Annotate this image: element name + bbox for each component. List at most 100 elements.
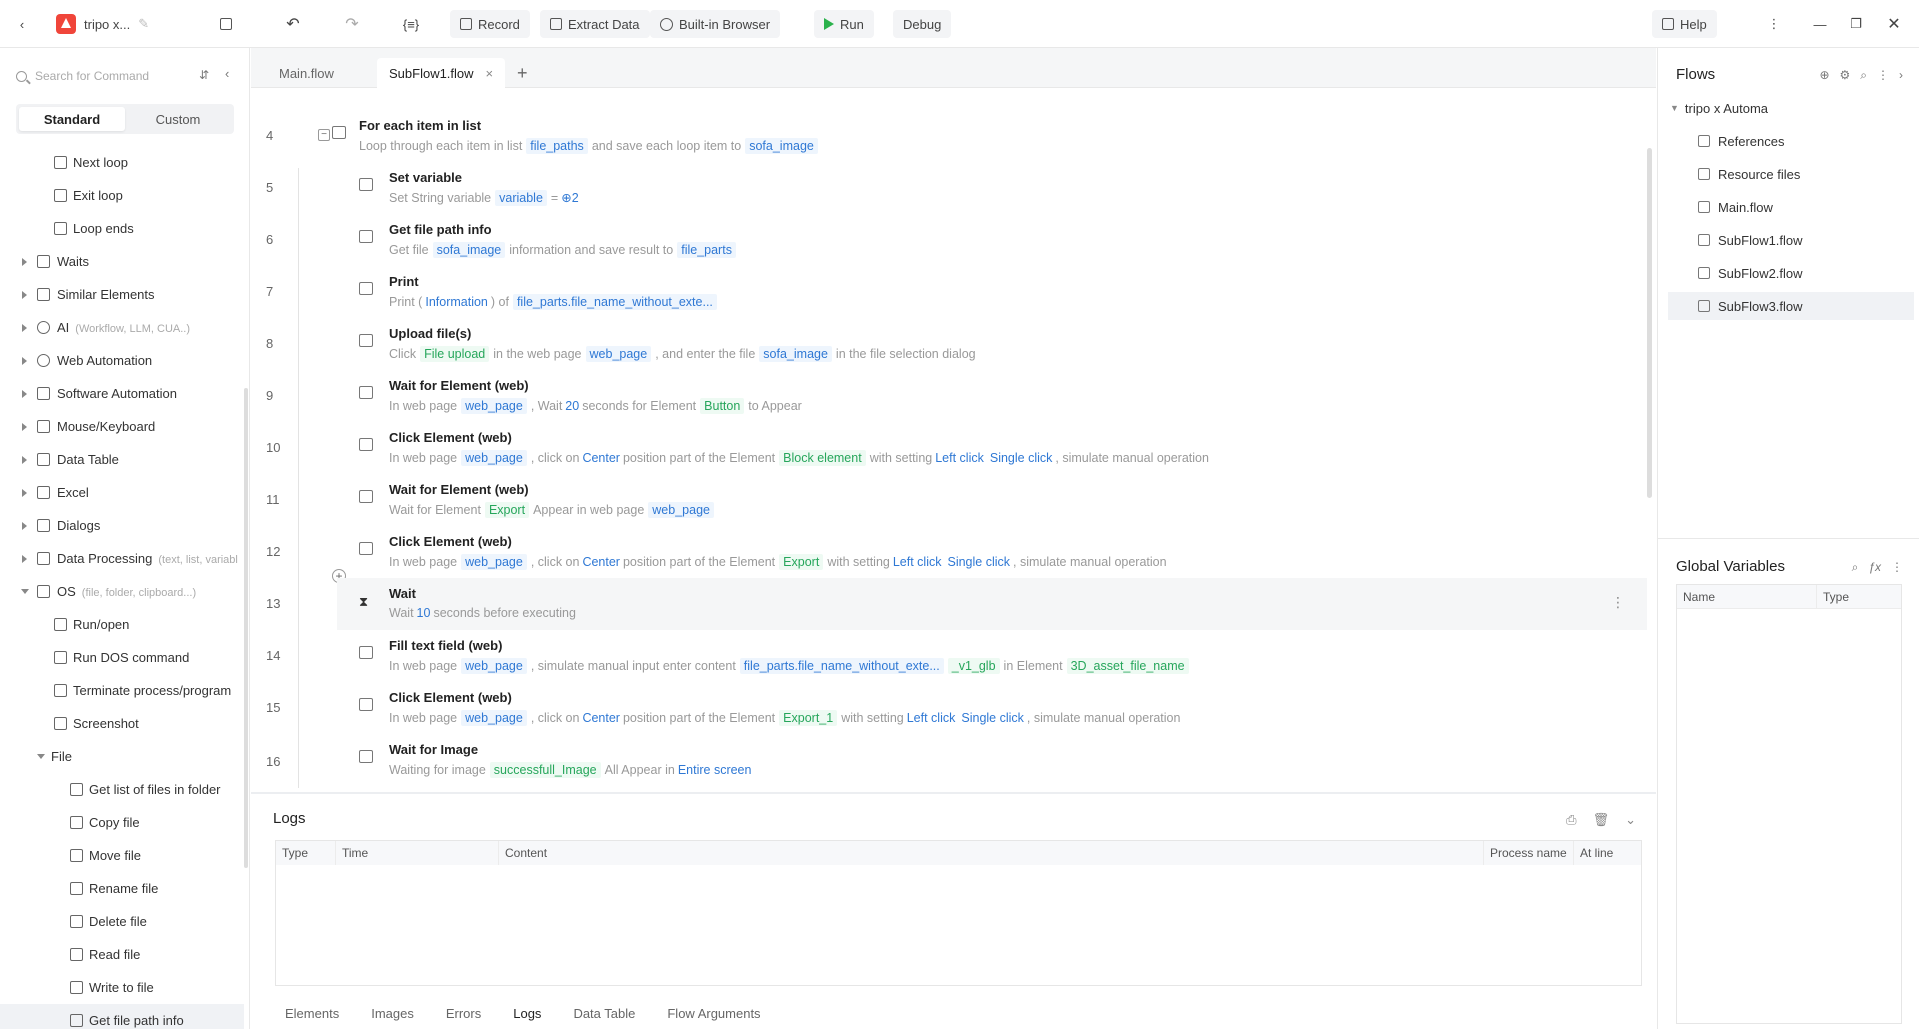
more-menu-icon[interactable]: ⋮: [1891, 560, 1903, 575]
restore-icon[interactable]: ❐: [1842, 10, 1870, 38]
group-data-table[interactable]: Data Table: [0, 443, 244, 476]
line-number: 12: [266, 544, 281, 559]
command-fill-text-field[interactable]: Fill text field (web) In web page web_pag…: [337, 630, 1647, 682]
add-flow-icon[interactable]: ⊕: [1819, 68, 1829, 83]
cmd-run-open[interactable]: Run/open: [0, 608, 244, 641]
tab-custom[interactable]: Custom: [125, 107, 231, 131]
extract-data-button[interactable]: Extract Data: [540, 10, 650, 38]
flow-item-resource-files[interactable]: Resource files: [1668, 160, 1914, 188]
record-button[interactable]: Record: [450, 10, 530, 38]
cmd-get-file-path-info[interactable]: Get file path info: [0, 1004, 244, 1029]
tab-flow-arguments[interactable]: Flow Arguments: [651, 999, 776, 1029]
command-click-element-3[interactable]: Click Element (web) In web page web_page,…: [337, 682, 1647, 734]
collapse-loop-icon[interactable]: −: [318, 129, 330, 141]
global-variables-title: Global Variables: [1676, 558, 1785, 575]
cmd-copy-file[interactable]: Copy file: [0, 806, 244, 839]
more-menu-icon[interactable]: ⋮: [1760, 10, 1788, 38]
help-button[interactable]: Help: [1652, 10, 1717, 38]
cmd-rename-file[interactable]: Rename file: [0, 872, 244, 905]
cmd-exit-loop[interactable]: Exit loop: [0, 179, 244, 212]
flow-item-subflow2[interactable]: SubFlow2.flow: [1668, 259, 1914, 287]
cmd-screenshot[interactable]: Screenshot: [0, 707, 244, 740]
group-dialogs[interactable]: Dialogs: [0, 509, 244, 542]
panel-collapse-icon[interactable]: ‹: [225, 66, 229, 81]
tab-errors[interactable]: Errors: [430, 999, 497, 1029]
command-click-element-1[interactable]: Click Element (web) In web page web_page,…: [337, 422, 1647, 474]
cmd-loop-ends[interactable]: Loop ends: [0, 212, 244, 245]
code-icon[interactable]: {≡}: [397, 10, 425, 38]
command-wait-for-element-1[interactable]: Wait for Element (web) In web page web_pa…: [337, 370, 1647, 422]
flow-item-main[interactable]: Main.flow: [1668, 193, 1914, 221]
built-in-browser-button[interactable]: Built-in Browser: [650, 10, 781, 38]
flow-root[interactable]: ▼ tripo x Automa: [1670, 94, 1916, 122]
redo-icon[interactable]: ↷: [338, 10, 366, 38]
flow-item-subflow1[interactable]: SubFlow1.flow: [1668, 226, 1914, 254]
minimize-icon[interactable]: —: [1806, 10, 1834, 38]
command-get-file-path-info[interactable]: Get file path info Get file sofa_image inf…: [337, 214, 1647, 266]
editor-scrollbar[interactable]: [1647, 148, 1652, 498]
more-options-icon[interactable]: ⋮: [1611, 594, 1625, 611]
command-print[interactable]: Print Print (Information) of file_parts.f…: [337, 266, 1647, 318]
tab-data-table[interactable]: Data Table: [557, 999, 651, 1029]
command-for-each[interactable]: For each item in list Loop through each …: [332, 110, 1647, 162]
cmd-next-loop[interactable]: Next loop: [0, 146, 244, 179]
save-icon[interactable]: [212, 10, 240, 38]
cmd-terminate-process[interactable]: Terminate process/program: [0, 674, 244, 707]
collapse-all-icon[interactable]: ⇵: [199, 68, 209, 82]
group-ai[interactable]: AI (Workflow, LLM, CUA..): [0, 311, 244, 344]
add-tab-icon[interactable]: +: [505, 58, 540, 88]
group-file[interactable]: File: [0, 740, 244, 773]
top-toolbar: ‹ tripo x... ✎ ↶ ↷ {≡} Record Extract Da…: [0, 0, 1919, 48]
group-os[interactable]: OS (file, folder, clipboard...): [0, 575, 244, 608]
flow-item-references[interactable]: References: [1668, 127, 1914, 155]
group-data-processing[interactable]: Data Processing (text, list, variabl: [0, 542, 244, 575]
command-click-element-2[interactable]: Click Element (web) In web page web_page,…: [337, 526, 1647, 578]
tab-logs[interactable]: Logs: [497, 999, 557, 1029]
edit-pencil-icon[interactable]: ✎: [138, 16, 149, 32]
command-upload-files[interactable]: Upload file(s) Click File upload in the we…: [337, 318, 1647, 370]
left-scrollbar[interactable]: [244, 388, 248, 868]
cmd-write-file[interactable]: Write to file: [0, 971, 244, 1004]
terminal-icon: [54, 651, 67, 664]
debug-button[interactable]: Debug: [893, 10, 952, 38]
cmd-move-file[interactable]: Move file: [0, 839, 244, 872]
cmd-run-dos[interactable]: Run DOS command: [0, 641, 244, 674]
tab-subflow1[interactable]: SubFlow1.flow ×: [377, 58, 506, 88]
cmd-read-file[interactable]: Read file: [0, 938, 244, 971]
undo-icon[interactable]: ↶: [279, 10, 307, 38]
search-icon[interactable]: ⌕: [1860, 68, 1867, 83]
run-button[interactable]: Run: [814, 10, 874, 38]
more-menu-icon[interactable]: ⋮: [1877, 68, 1889, 83]
tab-images[interactable]: Images: [355, 999, 430, 1029]
function-icon[interactable]: ƒx: [1868, 560, 1881, 575]
tab-standard[interactable]: Standard: [19, 107, 125, 131]
collapse-logs-icon[interactable]: ⌄: [1625, 812, 1636, 828]
search-icon[interactable]: ⌕: [1852, 560, 1859, 575]
command-wait[interactable]: ⧗ Wait Wait 10 seconds before executing ⋮: [337, 578, 1647, 630]
command-wait-for-element-2[interactable]: Wait for Element (web) Wait for Element E…: [337, 474, 1647, 526]
line-number: 7: [266, 284, 274, 299]
close-window-icon[interactable]: ✕: [1880, 10, 1908, 38]
cmd-get-list-files[interactable]: Get list of files in folder: [0, 773, 244, 806]
command-search[interactable]: Search for Command: [16, 64, 188, 88]
export-logs-icon[interactable]: ⎙: [1566, 812, 1576, 828]
loop-icon: [332, 126, 346, 139]
group-mouse-keyboard[interactable]: Mouse/Keyboard: [0, 410, 244, 443]
command-set-variable[interactable]: Set variable Set String variable variable…: [337, 162, 1647, 214]
tab-elements[interactable]: Elements: [251, 999, 355, 1029]
close-tab-icon[interactable]: ×: [486, 66, 494, 81]
group-software-automation[interactable]: Software Automation: [0, 377, 244, 410]
back-icon[interactable]: ‹: [8, 10, 36, 38]
group-excel[interactable]: Excel: [0, 476, 244, 509]
group-web-automation[interactable]: Web Automation: [0, 344, 244, 377]
group-similar-elements[interactable]: Similar Elements: [0, 278, 244, 311]
flow-settings-icon[interactable]: ⚙: [1840, 68, 1851, 83]
command-wait-for-image[interactable]: Wait for Image Waiting for image successf…: [337, 734, 1647, 786]
collapse-panel-icon[interactable]: ›: [1899, 68, 1903, 83]
group-waits[interactable]: Waits: [0, 245, 244, 278]
flow-item-subflow3[interactable]: SubFlow3.flow: [1668, 292, 1914, 320]
clear-logs-icon[interactable]: 🗑: [1593, 812, 1610, 828]
project-title[interactable]: tripo x... ✎: [56, 10, 149, 38]
tab-main-flow[interactable]: Main.flow: [267, 58, 346, 88]
cmd-delete-file[interactable]: Delete file: [0, 905, 244, 938]
